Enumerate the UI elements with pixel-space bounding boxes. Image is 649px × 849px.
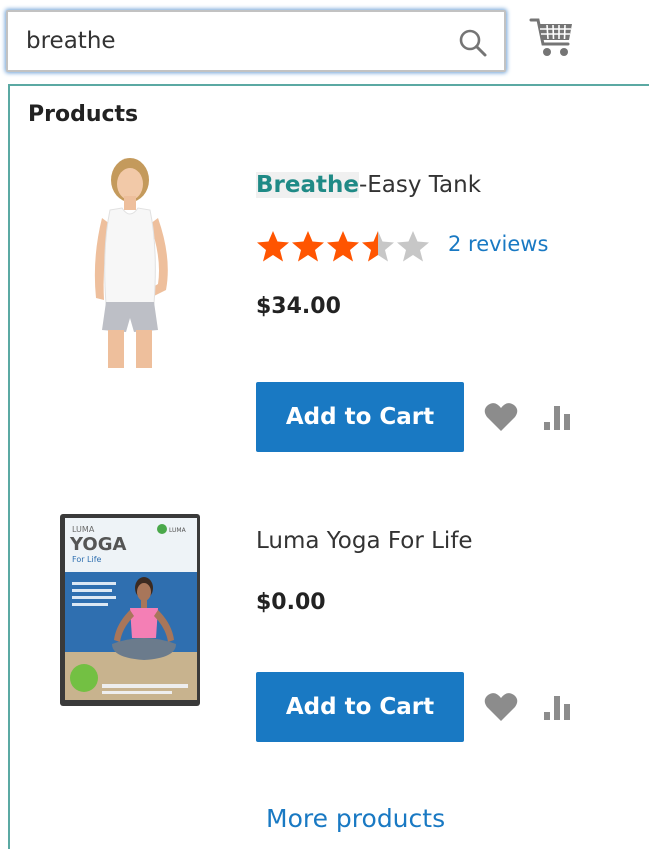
product-image[interactable]: [50, 158, 210, 368]
tank-top-model-photo: [50, 158, 210, 368]
star-full-icon: [257, 231, 289, 262]
more-products-link[interactable]: More products: [266, 804, 445, 833]
product-item: Breathe-Easy Tank 2 reviews $34.00 Add t…: [10, 152, 649, 452]
product-name-link[interactable]: Breathe-Easy Tank: [256, 172, 481, 198]
search-button[interactable]: [456, 26, 490, 60]
search-autocomplete-dropdown: Products Breathe-Easy Tank 2 reviews $34…: [8, 84, 649, 849]
add-to-wishlist-button[interactable]: [484, 402, 518, 432]
rating-stars: [256, 230, 430, 262]
add-to-compare-button[interactable]: [542, 692, 576, 722]
compare-bars-icon: [544, 406, 570, 430]
yoga-dvd-cover-image: LUMA YOGA For Life LUMA: [60, 514, 200, 706]
cart-icon: [529, 18, 572, 56]
add-to-cart-button[interactable]: Add to Cart: [256, 672, 464, 742]
dvd-logo-text: LUMA: [169, 527, 187, 534]
search-box: [6, 10, 506, 72]
dvd-title-text: YOGA: [69, 534, 126, 555]
add-to-cart-button[interactable]: Add to Cart: [256, 382, 464, 452]
search-input[interactable]: [16, 20, 446, 62]
search-icon: [459, 29, 487, 57]
add-to-wishlist-button[interactable]: [484, 692, 518, 722]
product-name-rest: -Easy Tank: [358, 172, 482, 198]
dvd-subtitle-text: For Life: [72, 555, 102, 564]
page: Products: [0, 0, 649, 849]
heart-icon: [484, 403, 518, 431]
star-full-icon: [327, 231, 359, 262]
minicart-button[interactable]: [528, 14, 576, 62]
star-half-icon: [362, 231, 394, 262]
product-image[interactable]: LUMA YOGA For Life LUMA: [56, 512, 202, 708]
star-full-icon: [292, 231, 324, 262]
add-to-compare-button[interactable]: [542, 402, 576, 432]
star-empty-icon: [397, 231, 429, 262]
dvd-brand-text: LUMA: [72, 525, 95, 534]
product-name-link[interactable]: Luma Yoga For Life: [256, 528, 473, 554]
product-name-rest: Luma Yoga For Life: [256, 528, 473, 554]
compare-bars-icon: [544, 696, 570, 720]
product-item: LUMA YOGA For Life LUMA Luma Yoga For Li…: [10, 506, 649, 756]
search-term-highlight: Breathe: [256, 172, 359, 198]
section-title: Products: [28, 102, 139, 127]
product-price: $0.00: [256, 590, 326, 615]
reviews-link[interactable]: 2 reviews: [448, 232, 548, 256]
product-price: $34.00: [256, 294, 341, 319]
heart-icon: [484, 693, 518, 721]
